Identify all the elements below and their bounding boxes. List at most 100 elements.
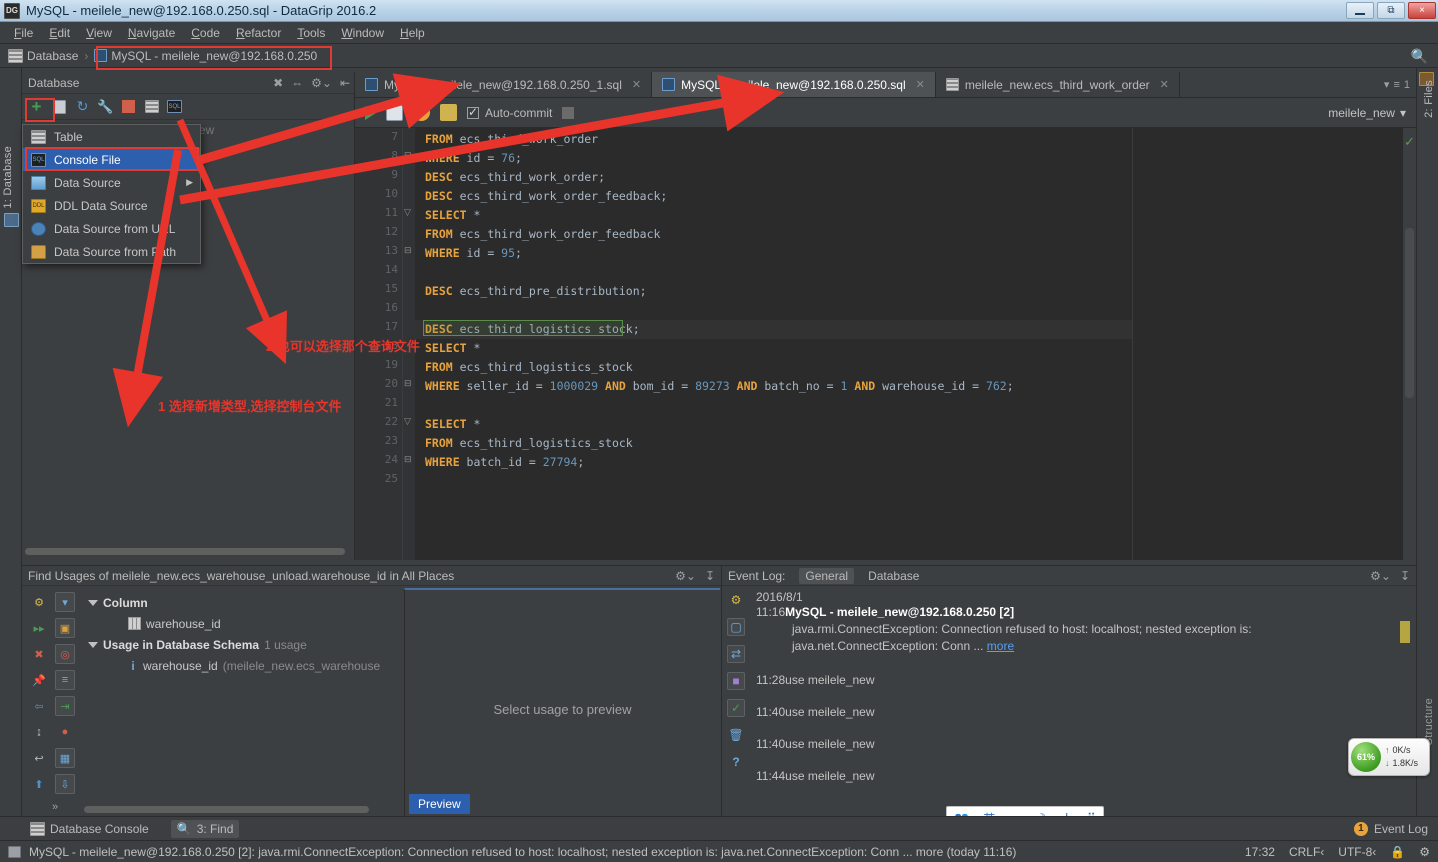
more-link[interactable]: more xyxy=(987,639,1014,653)
console-icon[interactable]: ▢ xyxy=(727,618,745,636)
menu-window[interactable]: Window xyxy=(333,24,392,42)
maximize-button[interactable]: ⧉ xyxy=(1377,2,1405,19)
menu-tools[interactable]: Tools xyxy=(289,24,333,42)
event-log-tab-database[interactable]: Database xyxy=(868,569,919,583)
settings-gear-icon[interactable]: ⚙ xyxy=(727,591,745,609)
more-tools-icon[interactable]: » xyxy=(52,801,58,813)
menu-code[interactable]: Code xyxy=(183,24,228,42)
expand-icon[interactable]: ⇄ xyxy=(727,645,745,663)
hide-icon[interactable]: ⇤ xyxy=(340,76,350,90)
menu-item-console-file[interactable]: SQL Console File xyxy=(23,148,200,171)
tab-mysql-sql[interactable]: MySQL - meilele_new@192.168.0.250.sql ✕ xyxy=(652,72,936,97)
fold-marker-icon[interactable]: ▽ xyxy=(404,208,413,217)
group-by-usage-type-icon[interactable]: ◎ xyxy=(55,644,75,664)
hide-icon[interactable]: ↧ xyxy=(1400,569,1410,583)
settings-icon[interactable]: ⚙⌄ xyxy=(311,76,332,90)
menu-refactor[interactable]: Refactor xyxy=(228,24,289,42)
tree-item-warehouse-id[interactable]: warehouse_id xyxy=(86,613,402,634)
menu-navigate[interactable]: Navigate xyxy=(120,24,183,42)
minimize-button[interactable] xyxy=(1346,2,1374,19)
sort-alphabetically-icon[interactable]: ⇩ xyxy=(55,774,75,794)
find-tree-horizontal-scrollbar[interactable] xyxy=(84,806,374,814)
menu-item-data-source[interactable]: Data Source ▶ xyxy=(23,171,200,194)
editor-tabs-overflow[interactable]: ▾ ≡ 1 xyxy=(1384,72,1416,97)
tree-item-usage-warehouse-id[interactable]: i warehouse_id (meilele_new.ecs_warehous… xyxy=(86,655,402,676)
bottom-tab-find[interactable]: 🔍 3: Find xyxy=(170,819,240,838)
close-icon[interactable]: ✕ xyxy=(1160,78,1169,91)
show-read-write-icon[interactable]: ▦ xyxy=(55,748,75,768)
auto-commit-checkbox[interactable]: Auto-commit xyxy=(467,105,552,120)
mark-read-icon[interactable]: ✓ xyxy=(727,699,745,717)
preview-tab[interactable]: Preview xyxy=(409,794,470,814)
menu-help[interactable]: Help xyxy=(392,24,433,42)
tree-group-usage-in-schema[interactable]: Usage in Database Schema 1 usage xyxy=(86,634,402,655)
event-log-entries[interactable]: 2016/8/1 11:16MySQL - meilele_new@192.16… xyxy=(750,586,1416,817)
open-console-icon[interactable]: SQL xyxy=(166,98,183,115)
filter-icon[interactable]: ▾ xyxy=(55,592,75,612)
close-button[interactable]: × xyxy=(1408,2,1436,19)
editor-fold-column[interactable]: ⊟ ▽ ⊟ ⊟ ▽ ⊟ xyxy=(403,128,415,560)
menu-item-table[interactable]: Table xyxy=(23,125,200,148)
fold-marker-icon[interactable]: ⊟ xyxy=(404,246,413,255)
stop-icon[interactable] xyxy=(120,98,137,115)
search-icon[interactable]: 🔍 xyxy=(1411,48,1428,65)
trash-icon[interactable]: 🗑 xyxy=(727,726,745,744)
menu-item-data-source-from-path[interactable]: Data Source from Path xyxy=(23,240,200,263)
settings-icon[interactable]: ⚙⌄ xyxy=(1370,569,1391,583)
tab-ecs-third-work-order[interactable]: meilele_new.ecs_third_work_order ✕ xyxy=(936,72,1180,97)
editor-scrollbar-thumb[interactable] xyxy=(1405,228,1414,398)
stop-icon[interactable] xyxy=(562,106,575,119)
group-by-module-icon[interactable]: ▣ xyxy=(55,618,75,638)
bottom-tab-database-console[interactable]: Database Console xyxy=(24,820,155,838)
run-icon[interactable] xyxy=(365,105,376,120)
tree-group-column[interactable]: Column xyxy=(86,592,402,613)
status-line-separator[interactable]: CRLF‹ xyxy=(1289,845,1324,859)
parameters-icon[interactable]: P xyxy=(413,104,430,121)
session-icon[interactable] xyxy=(440,104,457,121)
export-to-text-icon[interactable]: ⇥ xyxy=(55,696,75,716)
menu-item-data-source-from-url[interactable]: Data Source from URL xyxy=(23,217,200,240)
fold-marker-icon[interactable]: ⊟ xyxy=(404,379,413,388)
database-tool-icon[interactable] xyxy=(4,213,19,227)
close-icon[interactable]: ✕ xyxy=(916,78,925,91)
previous-occurrence-icon[interactable]: ⇦ xyxy=(29,696,49,716)
network-speed-widget[interactable]: 61% ↑ 0K/s ↓ 1.8K/s xyxy=(1348,738,1430,776)
status-encoding[interactable]: UTF-8‹ xyxy=(1338,845,1376,859)
inspections-icon[interactable]: ⚙ xyxy=(1419,845,1430,859)
sidebar-tab-database[interactable]: 1: Database xyxy=(2,146,14,209)
help-icon[interactable]: ? xyxy=(727,753,745,771)
menu-item-ddl-data-source[interactable]: DDL DDL Data Source xyxy=(23,194,200,217)
event-log-tab-general[interactable]: General xyxy=(799,567,855,584)
close-icon[interactable]: ✕ xyxy=(632,78,641,91)
fold-marker-icon[interactable]: ⊟ xyxy=(404,151,413,160)
hide-icon[interactable]: ↧ xyxy=(705,569,715,583)
group-by-file-structure-icon[interactable]: ≡ xyxy=(55,670,75,690)
settings-icon[interactable]: ⚙⌄ xyxy=(675,569,696,583)
schema-selector[interactable]: meilele_new ▾ xyxy=(1328,106,1406,120)
next-occurrence-icon[interactable]: ▸▸ xyxy=(29,618,49,638)
tab-mysql-sql-1[interactable]: MySQL - meilele_new@192.168.0.250_1.sql … xyxy=(355,72,653,97)
merge-usages-icon[interactable]: ● xyxy=(55,722,75,742)
code-editor[interactable]: 7 8 9 10 11 12 13 14 15 16 17 18 19 20 2… xyxy=(355,128,1416,560)
breadcrumb-datasource[interactable]: MySQL - meilele_new@192.168.0.250 xyxy=(90,48,321,64)
pin-tab-icon[interactable]: 📌 xyxy=(29,670,49,690)
event-log-label[interactable]: Event Log xyxy=(1374,822,1428,836)
fold-marker-icon[interactable]: ▽ xyxy=(404,417,413,426)
sql-file-icon[interactable] xyxy=(386,104,403,121)
rerun-search-icon[interactable]: ⚙ xyxy=(29,592,49,612)
lock-icon[interactable]: 🔒 xyxy=(1390,845,1405,859)
add-icon[interactable]: + xyxy=(28,97,45,116)
breadcrumb-database[interactable]: Database xyxy=(4,48,82,64)
notifications-icon[interactable]: ■ xyxy=(727,672,745,690)
refresh-icon[interactable]: ↻ xyxy=(74,98,91,115)
bottom-right-status[interactable]: 1 Event Log xyxy=(1353,821,1438,836)
copy-datasource-icon[interactable] xyxy=(51,98,68,115)
fold-marker-icon[interactable]: ⊟ xyxy=(404,455,413,464)
expand-all-icon[interactable]: ↨ xyxy=(29,722,49,742)
editor-marker-rail[interactable]: ✓ xyxy=(1402,128,1416,560)
database-horizontal-scrollbar[interactable] xyxy=(22,548,355,557)
menu-file[interactable]: File xyxy=(6,24,41,42)
menu-edit[interactable]: Edit xyxy=(41,24,78,42)
datasource-properties-icon[interactable]: 🔧 xyxy=(97,98,114,115)
menu-view[interactable]: View xyxy=(78,24,120,42)
